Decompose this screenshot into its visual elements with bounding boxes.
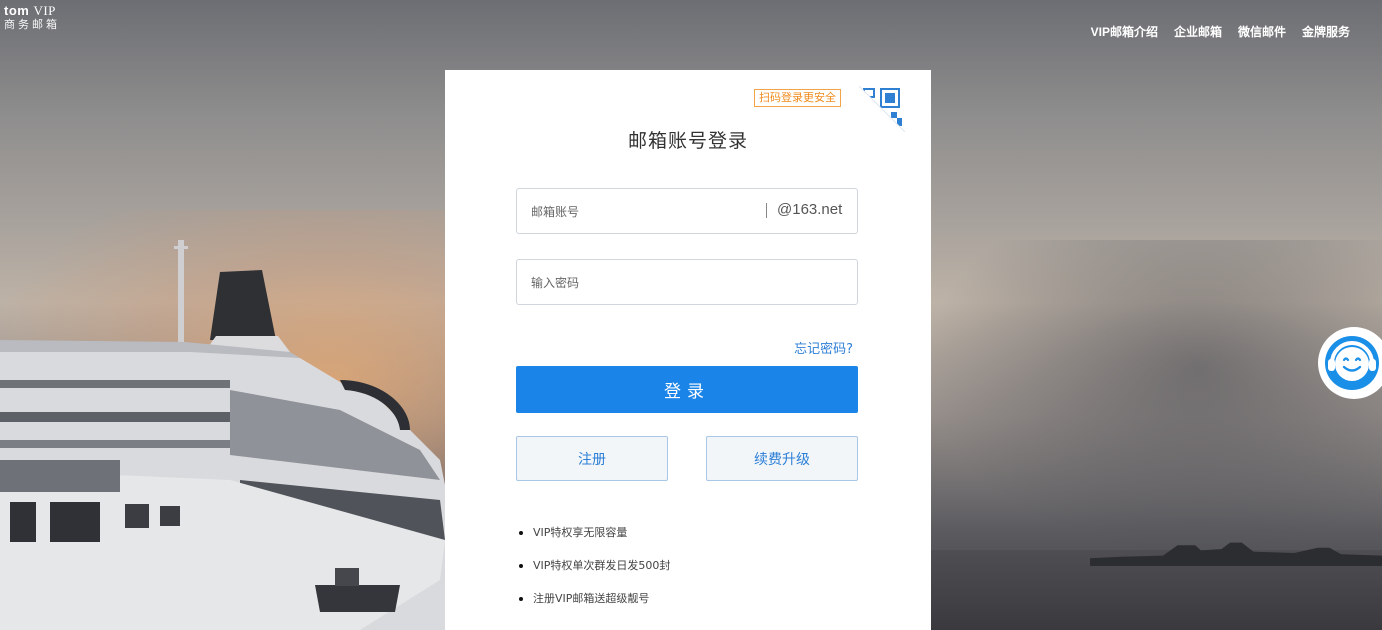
forgot-password-link[interactable]: 忘记密码? <box>794 338 853 357</box>
renew-upgrade-button[interactable]: 续费升级 <box>706 436 858 481</box>
nav-gold-service[interactable]: 金牌服务 <box>1302 23 1350 40</box>
nav-vip-intro[interactable]: VIP邮箱介绍 <box>1091 23 1158 40</box>
domain-divider <box>766 203 767 218</box>
login-button[interactable]: 登录 <box>516 366 858 413</box>
feature-item: 注册VIP邮箱送超级靓号 <box>533 582 670 615</box>
feature-item: VIP特权享无限容量 <box>533 516 670 549</box>
vip-feature-list: VIP特权享无限容量 VIP特权单次群发日发500封 注册VIP邮箱送超级靓号 <box>515 516 670 615</box>
customer-service-button[interactable] <box>1318 327 1382 399</box>
logo-tier: VIP <box>33 3 56 18</box>
page-background: tom VIP 商务邮箱 VIP邮箱介绍 企业邮箱 微信邮件 金牌服务 扫码登录… <box>0 0 1382 630</box>
register-button[interactable]: 注册 <box>516 436 668 481</box>
password-input[interactable] <box>529 260 763 306</box>
login-title: 邮箱账号登录 <box>627 130 748 152</box>
email-field[interactable]: @163.net <box>516 188 858 235</box>
login-card: 扫码登录更安全 邮箱账号登录 @163.net 忘记密码? 登录 注册 续费升级 <box>445 70 931 630</box>
feature-item: VIP特权单次群发日发500封 <box>533 549 670 582</box>
logo-subtitle: 商务邮箱 <box>4 19 60 31</box>
qr-login-hint[interactable]: 扫码登录更安全 <box>754 89 841 107</box>
customer-service-icon <box>1325 336 1379 390</box>
nav-enterprise-mail[interactable]: 企业邮箱 <box>1174 23 1222 40</box>
email-domain: @163.net <box>777 201 843 218</box>
email-input[interactable] <box>529 189 763 235</box>
top-nav: VIP邮箱介绍 企业邮箱 微信邮件 金牌服务 <box>1091 23 1350 40</box>
cruise-ship-image <box>0 240 450 630</box>
logo-brand: tom <box>4 3 30 18</box>
nav-wechat-mail[interactable]: 微信邮件 <box>1238 23 1286 40</box>
password-field[interactable] <box>516 259 858 306</box>
brand-logo[interactable]: tom VIP 商务邮箱 <box>4 4 60 32</box>
cloud-shadow <box>922 240 1382 560</box>
